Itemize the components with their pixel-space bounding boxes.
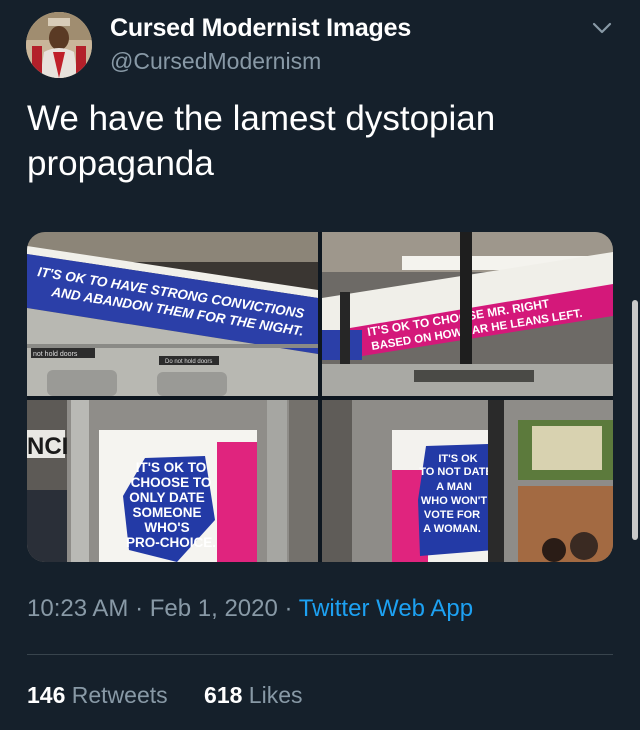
panel3-line-5: WHO'S (144, 520, 189, 535)
panel3-line-6: PRO-CHOICE. (126, 535, 216, 550)
panel3-line-2: CHOOSE TO (131, 475, 212, 490)
tweet-text: We have the lamest dystopian propaganda (27, 99, 496, 183)
display-name[interactable]: Cursed Modernist Images (110, 14, 411, 43)
likes-label: Likes (248, 682, 303, 708)
tweet-time[interactable]: 10:23 AM (27, 595, 128, 622)
likes-count: 618 (204, 682, 243, 708)
tweet-meta: 10:23 AM · Feb 1, 2020 · Twitter Web App (27, 595, 473, 623)
station-sign-text: NCI (27, 433, 68, 460)
media-photo-4[interactable]: IT'S OK TO NOT DATE A MAN WHO WON'T VOTE… (322, 400, 613, 562)
media-photo-1[interactable]: IT'S OK TO HAVE STRONG CONVICTIONS AND A… (27, 232, 318, 396)
avatar[interactable] (26, 12, 92, 78)
panel3-line-4: SOMEONE (132, 505, 201, 520)
retweets-count: 146 (27, 682, 66, 708)
media-photo-2[interactable]: IT'S OK TO CHOOSE MR. RIGHT BASED ON HOW… (322, 232, 613, 396)
panel4-line-1: IT'S OK (438, 453, 477, 465)
retweets-label: Retweets (71, 682, 168, 708)
tweet-header: Cursed Modernist Images @CursedModernism (0, 0, 640, 90)
panel4-line-6: A WOMAN. (423, 523, 481, 535)
panel1-sticker1: not hold doors (33, 351, 78, 358)
divider (27, 654, 613, 655)
panel4-line-5: VOTE FOR (424, 509, 480, 521)
panel3-line-3: ONLY DATE (129, 490, 205, 505)
meta-separator: · (135, 595, 144, 622)
tweet-date[interactable]: Feb 1, 2020 (150, 595, 278, 622)
chevron-down-icon[interactable] (590, 18, 614, 38)
scrollbar-thumb[interactable] (632, 300, 638, 540)
tweet-source-link[interactable]: Twitter Web App (299, 595, 473, 622)
panel4-line-2: TO NOT DATE (419, 466, 493, 478)
panel3-line-1: IT'S OK TO (136, 460, 206, 475)
panel4-line-3: A MAN (436, 481, 472, 493)
panel1-sticker2: Do not hold doors (165, 359, 212, 365)
likes-stat[interactable]: 618 Likes (204, 682, 302, 709)
retweets-stat[interactable]: 146 Retweets (27, 682, 168, 709)
media-photo-3[interactable]: NCI IT'S OK TO CHOOSE TO ONLY DATE SOMEO… (27, 400, 318, 562)
tweet-media-grid[interactable]: IT'S OK TO HAVE STRONG CONVICTIONS AND A… (27, 232, 613, 562)
panel4-line-4: WHO WON'T (421, 495, 487, 507)
meta-separator: · (284, 595, 293, 622)
tweet-stats: 146 Retweets 618 Likes (27, 682, 333, 709)
user-handle[interactable]: @CursedModernism (110, 48, 321, 75)
